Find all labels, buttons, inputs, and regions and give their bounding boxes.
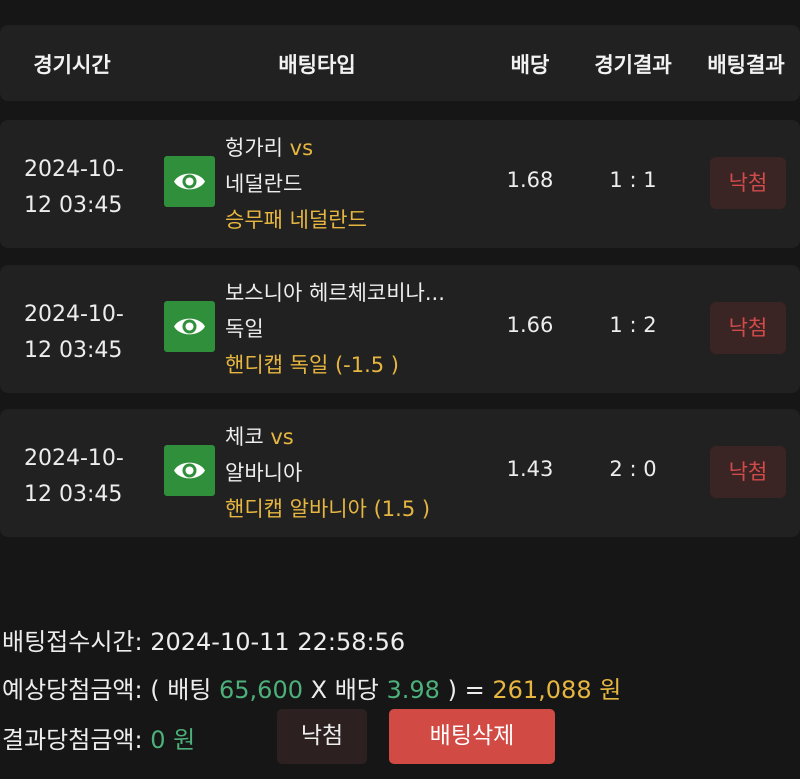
col-game-result-header: 경기결과 <box>594 53 672 77</box>
bet-type: 헝가리 vs 네덜란드 승무패 네덜란드 <box>225 130 485 238</box>
expected-win-value: 261,088 원 <box>492 676 622 704</box>
game-time: 2024-10- 12 03:45 <box>24 302 124 363</box>
away-team: 네덜란드 <box>225 172 303 196</box>
bet-type: 보스니아 헤르체코비나... 독일 핸디캡 독일 (-1.5 ) <box>225 275 485 383</box>
vs-label: vs <box>270 425 294 449</box>
game-score: 1 : 2 <box>609 313 657 337</box>
bet-result-badge: 낙첨 <box>710 302 786 354</box>
home-team: 보스니아 헤르체코비나... <box>225 281 445 305</box>
game-score: 2 : 0 <box>609 457 657 481</box>
table-header: 경기시간 배팅타입 배당 경기결과 배팅결과 <box>0 25 800 101</box>
home-team: 헝가리 <box>225 136 283 160</box>
result-win-amount: 결과당첨금액: 0 원 <box>2 726 196 754</box>
bet-result-badge: 낙첨 <box>710 446 786 498</box>
bet-pick: 핸디캡 독일 (-1.5 ) <box>225 353 399 377</box>
game-time: 2024-10- 12 03:45 <box>24 157 124 218</box>
eye-icon[interactable] <box>164 445 215 496</box>
bet-row: 2024-10- 12 03:45 체코 vs 알바니아 핸디캡 알바니아 (1… <box>0 409 800 537</box>
col-time-header: 경기시간 <box>33 53 111 77</box>
bet-received-time: 배팅접수시간: 2024-10-11 22:58:56 <box>2 628 406 656</box>
bet-pick: 핸디캡 알바니아 (1.5 ) <box>225 497 431 521</box>
bet-result-badge: 낙첨 <box>710 157 786 209</box>
away-team: 독일 <box>225 317 264 341</box>
bet-row: 2024-10- 12 03:45 보스니아 헤르체코비나... 독일 핸디캡 … <box>0 265 800 393</box>
col-bet-result-header: 배팅결과 <box>707 53 785 77</box>
vs-label: vs <box>289 136 314 160</box>
col-bet-type-header: 배팅타입 <box>278 53 356 77</box>
result-lose-button[interactable]: 낙첨 <box>277 709 367 764</box>
home-team: 체코 <box>225 425 264 449</box>
delete-bet-button[interactable]: 배팅삭제 <box>389 709 555 764</box>
eye-icon[interactable] <box>164 301 215 352</box>
away-team: 알바니아 <box>225 461 303 485</box>
odds: 1.68 <box>506 168 554 192</box>
game-time: 2024-10- 12 03:45 <box>24 446 124 507</box>
total-odds: 3.98 <box>386 676 440 704</box>
bet-pick: 승무패 네덜란드 <box>225 208 367 232</box>
game-score: 1 : 1 <box>609 168 657 192</box>
result-win-value: 0 원 <box>150 726 196 754</box>
eye-icon[interactable] <box>164 156 215 207</box>
odds: 1.66 <box>506 313 554 337</box>
expected-win-amount: 예상당첨금액: ( 배팅 65,600 X 배당 3.98 ) = 261,08… <box>2 676 622 704</box>
bet-type: 체코 vs 알바니아 핸디캡 알바니아 (1.5 ) <box>225 419 485 527</box>
bet-row: 2024-10- 12 03:45 헝가리 vs 네덜란드 승무패 네덜란드 1… <box>0 120 800 248</box>
bet-amount: 65,600 <box>219 676 303 704</box>
odds: 1.43 <box>506 457 554 481</box>
col-odds-header: 배당 <box>510 53 550 77</box>
